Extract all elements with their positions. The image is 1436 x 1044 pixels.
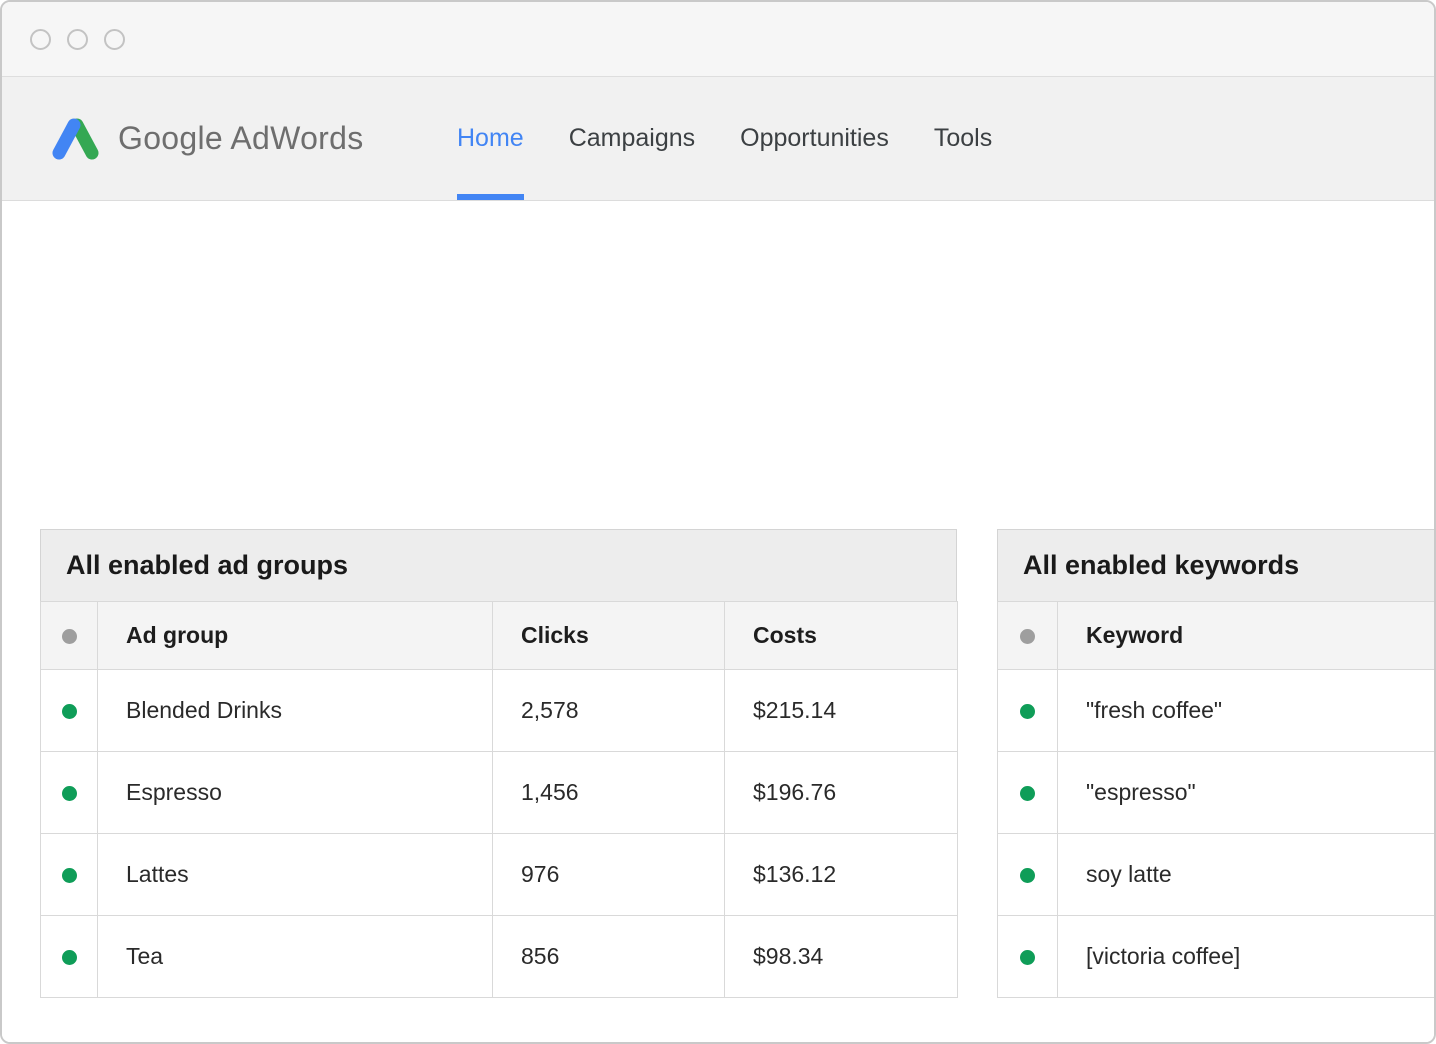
- tab-campaigns[interactable]: Campaigns: [569, 77, 695, 200]
- status-cell: [998, 834, 1058, 916]
- primary-nav: Home Campaigns Opportunities Tools: [457, 77, 992, 200]
- window-zoom-button[interactable]: [104, 29, 125, 50]
- ad-group-costs: $98.34: [725, 916, 958, 998]
- status-cell: [41, 752, 98, 834]
- ad-group-costs: $215.14: [725, 670, 958, 752]
- ad-group-clicks: 856: [493, 916, 725, 998]
- brand-name: Google AdWords: [118, 120, 364, 157]
- app-header: Google AdWords Home Campaigns Opportunit…: [2, 77, 1434, 201]
- ad-group-clicks: 976: [493, 834, 725, 916]
- keyword-text: "espresso": [1058, 752, 1436, 834]
- keyword-row[interactable]: soy latte: [998, 834, 1436, 916]
- dashboard-content: All enabled ad groups Ad group Clicks Co…: [2, 201, 1434, 1042]
- keyword-text: soy latte: [1058, 834, 1436, 916]
- ad-group-name: Tea: [98, 916, 493, 998]
- window-minimize-button[interactable]: [67, 29, 88, 50]
- enabled-status-icon: [62, 950, 77, 965]
- ad-groups-table: Ad group Clicks Costs Blended Drinks 2,5…: [40, 601, 958, 998]
- ad-group-row[interactable]: Lattes 976 $136.12: [41, 834, 958, 916]
- col-header-costs: Costs: [725, 602, 958, 670]
- adwords-logo-icon: [50, 116, 100, 162]
- browser-window: Google AdWords Home Campaigns Opportunit…: [0, 0, 1436, 1044]
- keyword-text: [victoria coffee]: [1058, 916, 1436, 998]
- enabled-status-icon: [1020, 704, 1035, 719]
- status-dot-icon: [62, 629, 77, 644]
- status-dot-icon: [1020, 629, 1035, 644]
- ad-groups-card-title: All enabled ad groups: [40, 529, 957, 601]
- keyword-row[interactable]: "fresh coffee": [998, 670, 1436, 752]
- ad-group-name: Lattes: [98, 834, 493, 916]
- keywords-card: All enabled keywords Keyword: [997, 529, 1436, 998]
- enabled-status-icon: [62, 786, 77, 801]
- tab-opportunities[interactable]: Opportunities: [740, 77, 889, 200]
- keywords-card-title: All enabled keywords: [997, 529, 1436, 601]
- keywords-header-row: Keyword: [998, 602, 1436, 670]
- ad-group-row[interactable]: Tea 856 $98.34: [41, 916, 958, 998]
- keyword-text: "fresh coffee": [1058, 670, 1436, 752]
- enabled-status-icon: [1020, 950, 1035, 965]
- status-cell: [41, 834, 98, 916]
- window-close-button[interactable]: [30, 29, 51, 50]
- status-column-header: [41, 602, 98, 670]
- keyword-row[interactable]: "espresso": [998, 752, 1436, 834]
- ad-group-clicks: 1,456: [493, 752, 725, 834]
- status-column-header: [998, 602, 1058, 670]
- ad-group-name: Espresso: [98, 752, 493, 834]
- tab-tools[interactable]: Tools: [934, 77, 992, 200]
- enabled-status-icon: [1020, 786, 1035, 801]
- enabled-status-icon: [62, 868, 77, 883]
- keywords-table: Keyword "fresh coffee": [997, 601, 1436, 998]
- ad-groups-card: All enabled ad groups Ad group Clicks Co…: [40, 529, 957, 998]
- status-cell: [998, 670, 1058, 752]
- ad-group-row[interactable]: Blended Drinks 2,578 $215.14: [41, 670, 958, 752]
- ad-group-name: Blended Drinks: [98, 670, 493, 752]
- status-cell: [998, 752, 1058, 834]
- tab-home[interactable]: Home: [457, 77, 524, 200]
- status-cell: [41, 670, 98, 752]
- status-cell: [41, 916, 98, 998]
- enabled-status-icon: [1020, 868, 1035, 883]
- ad-group-costs: $136.12: [725, 834, 958, 916]
- adwords-logo[interactable]: Google AdWords: [50, 77, 364, 200]
- ad-group-row[interactable]: Espresso 1,456 $196.76: [41, 752, 958, 834]
- ad-group-clicks: 2,578: [493, 670, 725, 752]
- window-titlebar: [2, 2, 1434, 77]
- ad-group-costs: $196.76: [725, 752, 958, 834]
- status-cell: [998, 916, 1058, 998]
- keyword-row[interactable]: [victoria coffee]: [998, 916, 1436, 998]
- enabled-status-icon: [62, 704, 77, 719]
- col-header-keyword: Keyword: [1058, 602, 1436, 670]
- col-header-ad-group: Ad group: [98, 602, 493, 670]
- col-header-clicks: Clicks: [493, 602, 725, 670]
- dashboard-tables: All enabled ad groups Ad group Clicks Co…: [2, 201, 1434, 998]
- ad-groups-header-row: Ad group Clicks Costs: [41, 602, 958, 670]
